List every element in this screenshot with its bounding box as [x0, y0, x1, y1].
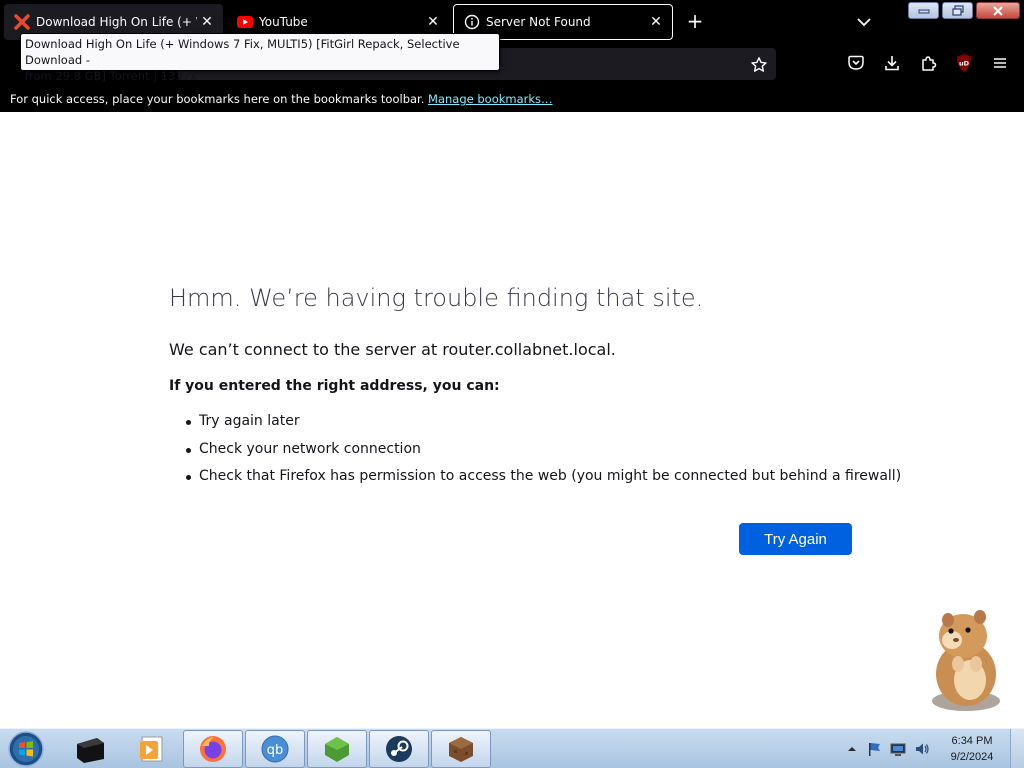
error-page: Hmm. We’re having trouble finding that s…: [0, 112, 1024, 728]
try-again-button[interactable]: Try Again: [739, 523, 852, 555]
restore-button[interactable]: [942, 2, 973, 19]
svg-text:uD: uD: [959, 60, 970, 68]
ublock-origin-icon[interactable]: uD: [954, 53, 974, 73]
taskbar-qbittorrent[interactable]: qb: [245, 730, 305, 768]
flag-icon[interactable]: [866, 741, 882, 757]
tab-label: YouTube: [259, 15, 308, 29]
menu-icon[interactable]: [990, 53, 1010, 73]
dirt-block-icon: [449, 737, 473, 762]
play-file-icon: [140, 736, 163, 762]
suggestion-list: Try again later Check your network conne…: [185, 413, 901, 496]
1337x-icon: [14, 14, 30, 30]
steam-icon: [386, 736, 412, 762]
minimize-icon: [918, 9, 929, 13]
download-icon[interactable]: [882, 53, 902, 73]
bookmarks-hint: For quick access, place your bookmarks h…: [10, 92, 425, 106]
screen: Download High On Life (+ Windows 7 Fix, …: [0, 0, 1024, 768]
star-icon[interactable]: [750, 56, 768, 74]
close-icon[interactable]: ✕: [423, 12, 443, 32]
chevron-down-icon[interactable]: [853, 12, 875, 32]
hamster-sticker: [932, 610, 1000, 711]
taskbar-firefox[interactable]: [183, 730, 243, 768]
error-description: We can’t connect to the server at router…: [169, 340, 616, 359]
bookmarks-toolbar: For quick access, place your bookmarks h…: [0, 84, 1024, 112]
svg-text:qb: qb: [267, 743, 284, 758]
taskbar-minecraft[interactable]: [431, 730, 491, 768]
youtube-icon: [237, 14, 253, 30]
info-icon: [464, 14, 480, 30]
tab-label: Server Not Found: [486, 15, 591, 29]
close-icon[interactable]: ✕: [197, 12, 217, 32]
page-title: Hmm. We’re having trouble finding that s…: [169, 284, 704, 312]
minimize-button[interactable]: [908, 2, 939, 19]
black-box-icon: [77, 738, 104, 763]
firefox-icon: [200, 736, 226, 762]
close-window-button[interactable]: [976, 2, 1020, 19]
tooltip-line: from 29.8 GB] Torrent | 1337x: [25, 69, 197, 83]
tray-expand-icon[interactable]: [844, 741, 860, 757]
taskbar-media-player[interactable]: [60, 730, 120, 768]
list-item: Check that Firefox has permission to acc…: [185, 468, 901, 496]
green-block-icon: [325, 737, 349, 762]
list-item: Check your network connection: [185, 441, 901, 469]
taskbar: qb 6:34 PM 9/2/2024: [0, 728, 1024, 768]
speaker-icon[interactable]: [914, 741, 930, 757]
system-clock[interactable]: 6:34 PM 9/2/2024: [944, 733, 1000, 765]
restore-icon: [951, 5, 964, 16]
taskbar-steam[interactable]: [369, 730, 429, 768]
error-subheading: If you entered the right address, you ca…: [169, 378, 500, 394]
taskbar-media-file[interactable]: [121, 730, 181, 768]
qbittorrent-icon: qb: [261, 735, 289, 763]
clock-time: 6:34 PM: [951, 735, 993, 747]
close-icon: [993, 5, 1003, 16]
tooltip-line: Download High On Life (+ Windows 7 Fix, …: [25, 37, 460, 67]
list-item: Try again later: [185, 413, 901, 441]
show-desktop-button[interactable]: [1010, 729, 1024, 768]
close-icon[interactable]: ✕: [646, 12, 666, 32]
network-icon[interactable]: [890, 741, 906, 757]
pocket-icon[interactable]: [846, 53, 866, 73]
taskbar-minecraft-launcher[interactable]: [307, 730, 367, 768]
extensions-icon[interactable]: [918, 53, 938, 73]
clock-date: 9/2/2024: [950, 751, 994, 763]
start-button[interactable]: [6, 730, 46, 768]
window-controls: [908, 2, 1020, 19]
manage-bookmarks-link[interactable]: Manage bookmarks…: [428, 92, 553, 106]
tab-label: Download High On Life (+ Windows 7 Fix, …: [36, 15, 197, 29]
tab-tooltip: Download High On Life (+ Windows 7 Fix, …: [20, 33, 500, 83]
new-tab-button[interactable]: +: [684, 10, 706, 32]
